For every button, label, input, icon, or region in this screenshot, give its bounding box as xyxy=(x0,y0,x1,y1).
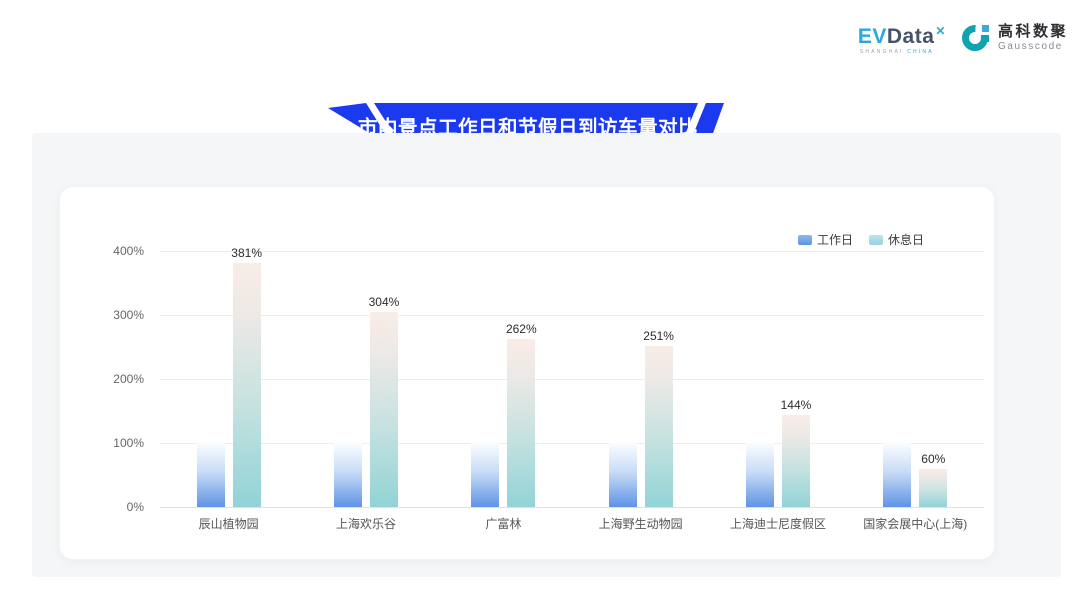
evdata-logo: EVData✕ SHANGHAI CHINA xyxy=(858,20,946,55)
bar-value-label: 381% xyxy=(231,246,262,260)
bar-value-label: 262% xyxy=(506,322,537,336)
plot-area: 381% 304% 262% 251% 144% 60% xyxy=(160,251,984,507)
evdata-subtitle: SHANGHAI CHINA xyxy=(860,49,946,55)
chart-legend: 工作日 休息日 xyxy=(798,231,924,248)
bar-group: 251% xyxy=(572,251,709,507)
bar-wrap xyxy=(471,443,499,507)
gausscode-g-icon xyxy=(962,23,992,53)
y-axis-labels: 400%300%200%100%0% xyxy=(60,251,152,507)
bar-restday[interactable] xyxy=(370,312,398,507)
legend-item-workday[interactable]: 工作日 xyxy=(798,231,853,248)
x-tick-label: 上海野生动物园 xyxy=(572,515,709,532)
bar-workday[interactable] xyxy=(746,443,774,507)
evdata-x-icon: ✕ xyxy=(935,24,946,38)
bar-workday[interactable] xyxy=(197,443,225,507)
bar-group: 60% xyxy=(847,251,984,507)
y-tick-label: 0% xyxy=(127,500,144,514)
y-tick-label: 300% xyxy=(113,308,144,322)
bar-wrap xyxy=(883,443,911,507)
bar-value-label: 251% xyxy=(643,329,674,343)
evdata-china-text: CHINA xyxy=(907,49,934,55)
evdata-data-text: Data xyxy=(887,25,935,48)
bar-wrap: 262% xyxy=(507,339,535,507)
bar-restday[interactable] xyxy=(507,339,535,507)
x-tick-label: 上海欢乐谷 xyxy=(297,515,434,532)
bar-workday[interactable] xyxy=(471,443,499,507)
x-tick-label: 国家会展中心(上海) xyxy=(847,515,984,532)
bar-workday[interactable] xyxy=(883,443,911,507)
x-tick-label: 广富林 xyxy=(435,515,572,532)
bar-restday[interactable] xyxy=(645,346,673,507)
bar-wrap: 251% xyxy=(645,346,673,507)
bar-wrap xyxy=(746,443,774,507)
y-tick-label: 100% xyxy=(113,436,144,450)
evdata-wordmark: EVData✕ xyxy=(858,20,946,48)
bar-restday[interactable] xyxy=(233,263,261,507)
legend-swatch-workday xyxy=(798,235,812,245)
bar-group: 262% xyxy=(435,251,572,507)
gausscode-logo: 高科数聚 Gausscode xyxy=(962,23,1068,53)
bar-wrap: 381% xyxy=(233,263,261,507)
legend-swatch-restday xyxy=(869,235,883,245)
bar-group: 381% xyxy=(160,251,297,507)
legend-label-restday: 休息日 xyxy=(888,231,924,248)
bar-workday[interactable] xyxy=(334,443,362,507)
bar-value-label: 304% xyxy=(369,295,400,309)
x-tick-label: 辰山植物园 xyxy=(160,515,297,532)
bar-restday[interactable] xyxy=(782,415,810,507)
bar-workday[interactable] xyxy=(609,443,637,507)
bar-wrap xyxy=(197,443,225,507)
gausscode-text: 高科数聚 Gausscode xyxy=(998,24,1068,52)
bar-groups: 381% 304% 262% 251% 144% 60% xyxy=(160,251,984,507)
bar-group: 144% xyxy=(709,251,846,507)
x-tick-label: 上海迪士尼度假区 xyxy=(709,515,846,532)
bar-restday[interactable] xyxy=(919,469,947,507)
legend-label-workday: 工作日 xyxy=(817,231,853,248)
evdata-ev-text: EV xyxy=(858,25,887,48)
chart-card: 工作日 休息日 400% 300% 200% 100% 0% 381% 304% 262% 2… xyxy=(59,186,995,560)
header-logos: EVData✕ SHANGHAI CHINA 高科数聚 Gausscode xyxy=(858,20,1068,55)
bar-wrap: 144% xyxy=(782,415,810,507)
y-tick-label: 200% xyxy=(113,372,144,386)
bar-wrap xyxy=(609,443,637,507)
gausscode-subname: Gausscode xyxy=(998,41,1068,52)
bar-wrap xyxy=(334,443,362,507)
bar-value-label: 60% xyxy=(921,452,945,466)
y-tick-label: 400% xyxy=(113,244,144,258)
bar-wrap: 304% xyxy=(370,312,398,507)
evdata-shanghai-text: SHANGHAI xyxy=(860,49,904,55)
bar-wrap: 60% xyxy=(919,469,947,507)
grid-line xyxy=(160,507,984,508)
bar-group: 304% xyxy=(297,251,434,507)
x-axis-labels: 辰山植物园上海欢乐谷广富林上海野生动物园上海迪士尼度假区国家会展中心(上海) xyxy=(160,515,984,532)
bar-value-label: 144% xyxy=(781,398,812,412)
gausscode-name: 高科数聚 xyxy=(998,24,1068,40)
legend-item-restday[interactable]: 休息日 xyxy=(869,231,924,248)
